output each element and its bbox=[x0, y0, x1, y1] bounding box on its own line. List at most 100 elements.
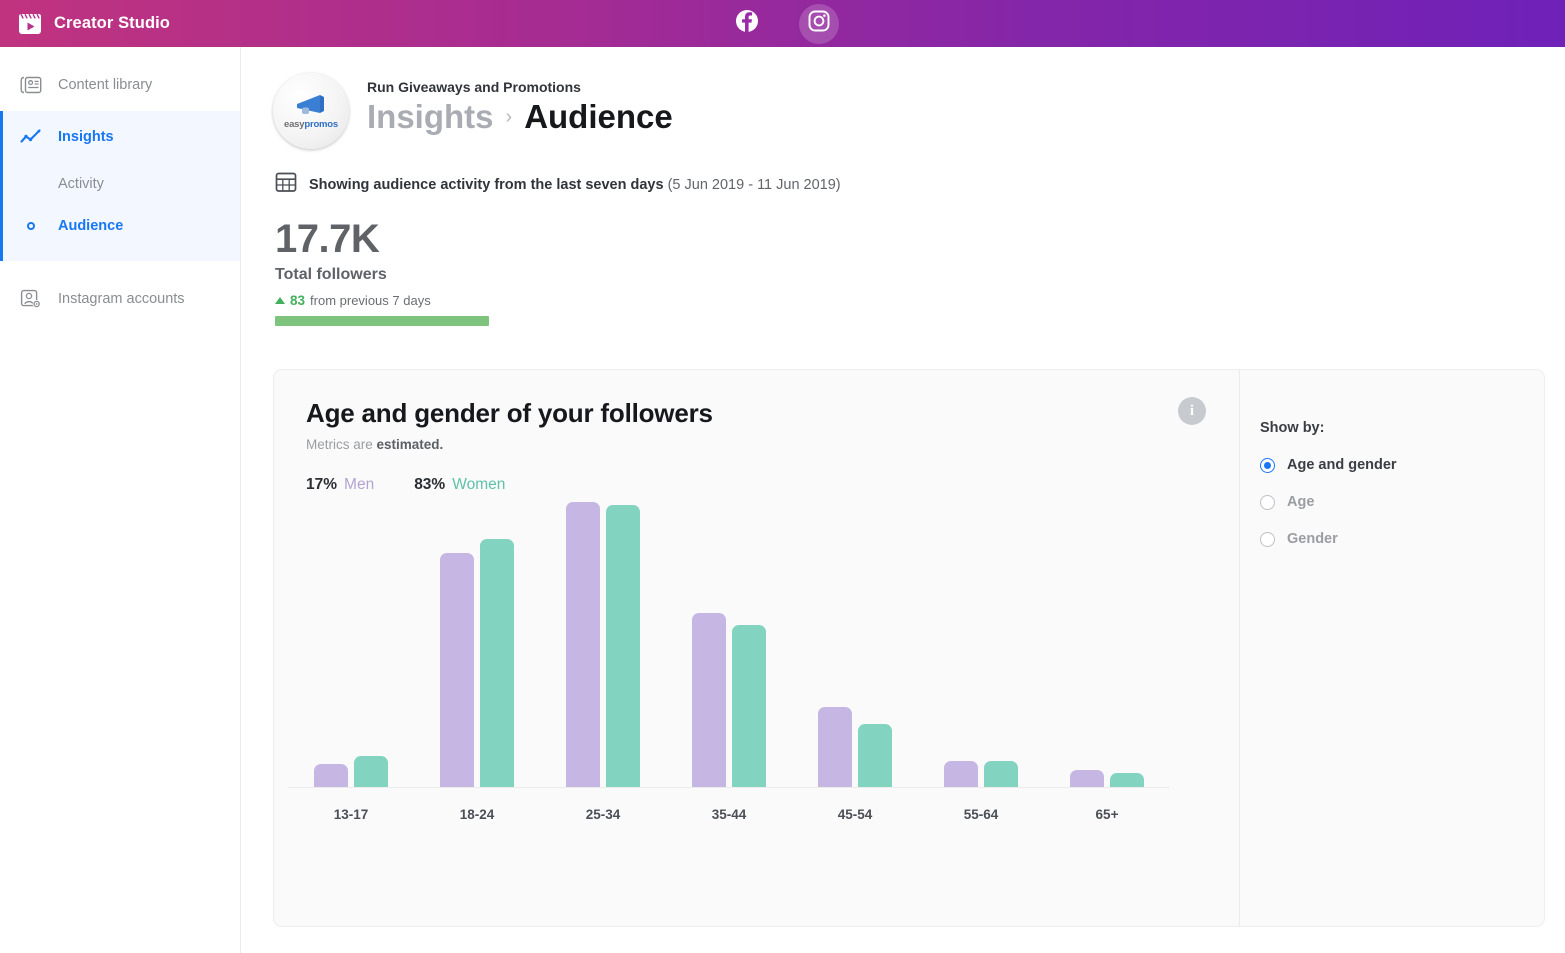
date-range-text: Showing audience activity from the last … bbox=[309, 177, 841, 193]
bar-men-45-54[interactable] bbox=[818, 707, 852, 787]
age-gender-card: Age and gender of your followers Metrics… bbox=[273, 369, 1545, 927]
x-axis-label: 18-24 bbox=[459, 807, 495, 822]
bar-women-18-24[interactable] bbox=[480, 539, 514, 787]
card-subtitle-emphasis: estimated. bbox=[376, 437, 444, 452]
bar-women-65+[interactable] bbox=[1110, 772, 1144, 787]
sidebar-item-label: Content library bbox=[58, 77, 153, 93]
date-range-main: Showing audience activity from the last … bbox=[309, 176, 664, 193]
bar-women-25-34[interactable] bbox=[606, 504, 640, 787]
sidebar-item-label: Insights bbox=[58, 129, 114, 145]
social-switcher bbox=[0, 0, 1565, 47]
sidebar-item-activity[interactable]: Activity bbox=[3, 163, 240, 205]
content-library-icon bbox=[18, 76, 44, 94]
instagram-icon bbox=[807, 9, 831, 38]
card-title: Age and gender of your followers bbox=[306, 398, 713, 428]
sidebar-item-instagram-accounts[interactable]: Instagram accounts bbox=[0, 273, 240, 325]
breadcrumb-insights[interactable]: Insights bbox=[367, 98, 494, 136]
avatar[interactable]: easypromos bbox=[273, 73, 349, 149]
bar-men-35-44[interactable] bbox=[692, 613, 726, 787]
bar-group bbox=[1070, 769, 1144, 787]
account-name: Run Giveaways and Promotions bbox=[367, 79, 581, 95]
facebook-tab[interactable] bbox=[727, 4, 767, 44]
avatar-label: easypromos bbox=[284, 119, 338, 130]
bar-women-35-44[interactable] bbox=[732, 624, 766, 787]
sidebar-item-label: Activity bbox=[58, 176, 104, 192]
legend-men-label: Men bbox=[344, 476, 375, 493]
account-settings-icon bbox=[18, 289, 44, 309]
info-icon[interactable]: i bbox=[1178, 397, 1206, 425]
legend-item-men: 17% Men bbox=[306, 476, 374, 494]
sidebar-item-content-library[interactable]: Content library bbox=[0, 59, 240, 111]
card-subtitle: Metrics are estimated. bbox=[306, 437, 1239, 452]
show-by-panel: Show by: Age and gender Age Gender bbox=[1239, 370, 1544, 926]
radio-button[interactable] bbox=[1260, 494, 1275, 510]
legend-men-pct: 17% bbox=[306, 476, 338, 493]
sidebar-item-label: Instagram accounts bbox=[58, 291, 185, 307]
brand[interactable]: Creator Studio bbox=[0, 13, 170, 35]
bar-men-13-17[interactable] bbox=[314, 764, 348, 787]
sidebar-item-label: Audience bbox=[58, 218, 124, 234]
legend-item-women: 83% Women bbox=[414, 476, 505, 494]
legend-women-pct: 83% bbox=[414, 476, 446, 493]
legend-women-label: Women bbox=[452, 476, 506, 493]
insights-chart-icon bbox=[18, 128, 44, 146]
breadcrumb-audience: Audience bbox=[524, 98, 673, 135]
x-axis-label: 65+ bbox=[1095, 807, 1119, 822]
card-chart-area: Age and gender of your followers Metrics… bbox=[274, 370, 1239, 926]
main-content: easypromos Run Giveaways and Promotions … bbox=[241, 47, 1565, 953]
card-subtitle-prefix: Metrics are bbox=[306, 437, 377, 452]
megaphone-icon bbox=[297, 95, 324, 114]
bar-men-25-34[interactable] bbox=[566, 502, 600, 787]
top-bar: Creator Studio bbox=[0, 0, 1565, 47]
bar-group bbox=[818, 707, 892, 787]
radio-label: Age bbox=[1287, 494, 1315, 510]
x-axis-label: 25-34 bbox=[585, 807, 621, 822]
chart-plot-area bbox=[288, 496, 1170, 788]
bar-group bbox=[314, 755, 388, 787]
bar-women-13-17[interactable] bbox=[354, 755, 388, 787]
radio-button[interactable] bbox=[1260, 457, 1275, 473]
chart-x-axis-labels: 13-17 18-24 25-34 35-44 45-54 55-64 65+ bbox=[288, 807, 1170, 822]
x-axis-label: 13-17 bbox=[333, 807, 369, 822]
radio-option-age-and-gender[interactable]: Age and gender bbox=[1260, 457, 1544, 473]
x-axis-label: 35-44 bbox=[711, 807, 747, 822]
circle-dot-icon bbox=[18, 222, 44, 230]
radio-option-age[interactable]: Age bbox=[1260, 494, 1544, 510]
radio-label: Age and gender bbox=[1287, 457, 1397, 473]
sidebar-item-insights[interactable]: Insights bbox=[3, 111, 240, 163]
delta-text: from previous 7 days bbox=[310, 293, 431, 308]
date-range-dates: (5 Jun 2019 - 11 Jun 2019) bbox=[667, 176, 841, 193]
bar-group bbox=[944, 761, 1018, 787]
bar-men-18-24[interactable] bbox=[440, 553, 474, 787]
x-axis-label: 45-54 bbox=[837, 807, 873, 822]
followers-progress-bar bbox=[275, 316, 489, 326]
radio-button[interactable] bbox=[1260, 531, 1275, 547]
total-followers-stat: 17.7K Total followers 83 from previous 7… bbox=[241, 198, 1565, 326]
bar-group bbox=[440, 539, 514, 787]
show-by-options: Age and gender Age Gender bbox=[1260, 457, 1544, 547]
breadcrumb: Insights › Audience bbox=[367, 98, 673, 136]
delta-value: 83 bbox=[290, 293, 306, 308]
date-range-row[interactable]: Showing audience activity from the last … bbox=[241, 149, 1565, 198]
sidebar-item-audience[interactable]: Audience bbox=[3, 205, 240, 247]
triangle-up-icon bbox=[275, 297, 285, 304]
clapperboard-icon bbox=[18, 13, 42, 35]
instagram-tab[interactable] bbox=[798, 3, 839, 44]
bar-men-55-64[interactable] bbox=[944, 761, 978, 787]
page-header: easypromos Run Giveaways and Promotions … bbox=[241, 47, 1565, 149]
sidebar: Content library Insights Activity Audien… bbox=[0, 47, 241, 953]
radio-option-gender[interactable]: Gender bbox=[1260, 531, 1544, 547]
total-followers-label: Total followers bbox=[275, 266, 387, 283]
facebook-icon bbox=[735, 9, 759, 38]
bar-men-65+[interactable] bbox=[1070, 769, 1104, 787]
bar-women-55-64[interactable] bbox=[984, 761, 1018, 787]
bar-women-45-54[interactable] bbox=[858, 724, 892, 787]
radio-label: Gender bbox=[1287, 531, 1338, 547]
bar-group bbox=[566, 502, 640, 787]
x-axis-label: 55-64 bbox=[963, 807, 999, 822]
total-followers-value: 17.7K bbox=[275, 217, 380, 261]
bar-group bbox=[692, 613, 766, 787]
chevron-right-icon: › bbox=[505, 105, 513, 128]
show-by-title: Show by: bbox=[1260, 420, 1325, 436]
total-followers-delta: 83 from previous 7 days bbox=[275, 293, 1565, 308]
